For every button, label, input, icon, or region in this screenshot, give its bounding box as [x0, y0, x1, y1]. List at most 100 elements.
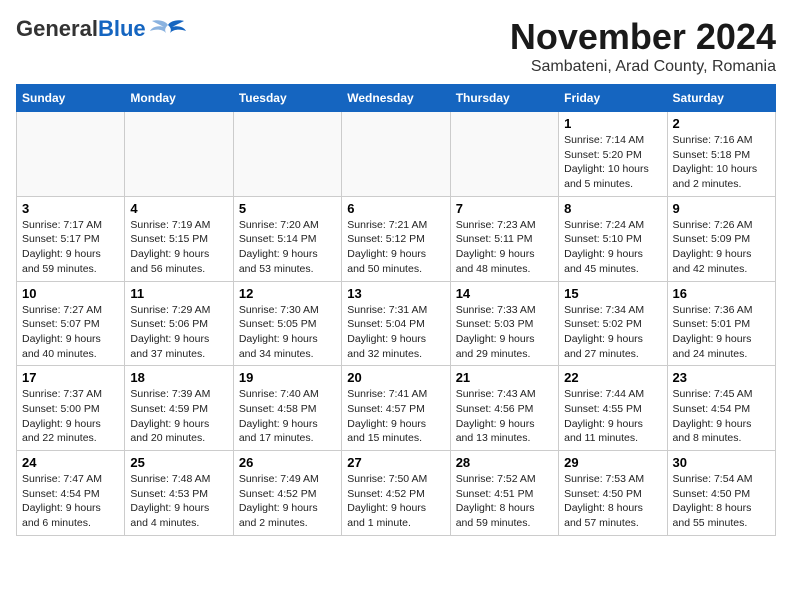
weekday-header-row: SundayMondayTuesdayWednesdayThursdayFrid… [17, 85, 776, 112]
calendar-cell: 26 Sunrise: 7:49 AM Sunset: 4:52 PM Dayli… [233, 451, 341, 536]
calendar-cell: 5 Sunrise: 7:20 AM Sunset: 5:14 PM Daylig… [233, 196, 341, 281]
weekday-header: Wednesday [342, 85, 450, 112]
weekday-header: Tuesday [233, 85, 341, 112]
day-info: Sunrise: 7:17 AM Sunset: 5:17 PM Dayligh… [22, 218, 119, 277]
day-number: 2 [673, 116, 770, 131]
day-number: 15 [564, 286, 661, 301]
logo-bird-icon [150, 17, 186, 41]
day-number: 14 [456, 286, 553, 301]
day-number: 20 [347, 370, 444, 385]
calendar-cell: 15 Sunrise: 7:34 AM Sunset: 5:02 PM Dayli… [559, 281, 667, 366]
calendar-cell: 3 Sunrise: 7:17 AM Sunset: 5:17 PM Daylig… [17, 196, 125, 281]
calendar-cell: 14 Sunrise: 7:33 AM Sunset: 5:03 PM Dayli… [450, 281, 558, 366]
calendar-cell: 13 Sunrise: 7:31 AM Sunset: 5:04 PM Dayli… [342, 281, 450, 366]
day-number: 18 [130, 370, 227, 385]
day-number: 1 [564, 116, 661, 131]
calendar-cell [342, 112, 450, 197]
day-info: Sunrise: 7:23 AM Sunset: 5:11 PM Dayligh… [456, 218, 553, 277]
day-info: Sunrise: 7:49 AM Sunset: 4:52 PM Dayligh… [239, 472, 336, 531]
day-number: 4 [130, 201, 227, 216]
calendar-week-row: 17 Sunrise: 7:37 AM Sunset: 5:00 PM Dayli… [17, 366, 776, 451]
weekday-header: Friday [559, 85, 667, 112]
calendar-cell [125, 112, 233, 197]
day-number: 16 [673, 286, 770, 301]
calendar-cell: 23Sunrise: 7:45 AM Sunset: 4:54 PM Dayli… [667, 366, 775, 451]
calendar-cell: 30 Sunrise: 7:54 AM Sunset: 4:50 PM Dayli… [667, 451, 775, 536]
calendar-week-row: 24Sunrise: 7:47 AM Sunset: 4:54 PM Dayli… [17, 451, 776, 536]
calendar-cell: 19 Sunrise: 7:40 AM Sunset: 4:58 PM Dayli… [233, 366, 341, 451]
day-info: Sunrise: 7:48 AM Sunset: 4:53 PM Dayligh… [130, 472, 227, 531]
day-number: 29 [564, 455, 661, 470]
day-number: 9 [673, 201, 770, 216]
day-number: 10 [22, 286, 119, 301]
calendar-cell: 16 Sunrise: 7:36 AM Sunset: 5:01 PM Dayli… [667, 281, 775, 366]
calendar-cell: 2Sunrise: 7:16 AM Sunset: 5:18 PM Daylig… [667, 112, 775, 197]
day-number: 7 [456, 201, 553, 216]
day-number: 28 [456, 455, 553, 470]
calendar-week-row: 1 Sunrise: 7:14 AM Sunset: 5:20 PM Daylig… [17, 112, 776, 197]
day-number: 5 [239, 201, 336, 216]
title-area: November 2024 Sambateni, Arad County, Ro… [510, 16, 776, 76]
day-info: Sunrise: 7:24 AM Sunset: 5:10 PM Dayligh… [564, 218, 661, 277]
calendar-week-row: 10 Sunrise: 7:27 AM Sunset: 5:07 PM Dayli… [17, 281, 776, 366]
weekday-header: Monday [125, 85, 233, 112]
day-info: Sunrise: 7:54 AM Sunset: 4:50 PM Dayligh… [673, 472, 770, 531]
day-number: 17 [22, 370, 119, 385]
day-info: Sunrise: 7:30 AM Sunset: 5:05 PM Dayligh… [239, 303, 336, 362]
day-info: Sunrise: 7:53 AM Sunset: 4:50 PM Dayligh… [564, 472, 661, 531]
day-info: Sunrise: 7:34 AM Sunset: 5:02 PM Dayligh… [564, 303, 661, 362]
calendar-cell: 27Sunrise: 7:50 AM Sunset: 4:52 PM Dayli… [342, 451, 450, 536]
header: GeneralBlue November 2024 Sambateni, Ara… [16, 16, 776, 76]
day-info: Sunrise: 7:36 AM Sunset: 5:01 PM Dayligh… [673, 303, 770, 362]
day-info: Sunrise: 7:27 AM Sunset: 5:07 PM Dayligh… [22, 303, 119, 362]
day-number: 11 [130, 286, 227, 301]
day-info: Sunrise: 7:50 AM Sunset: 4:52 PM Dayligh… [347, 472, 444, 531]
day-info: Sunrise: 7:41 AM Sunset: 4:57 PM Dayligh… [347, 387, 444, 446]
day-number: 26 [239, 455, 336, 470]
calendar-cell: 8 Sunrise: 7:24 AM Sunset: 5:10 PM Daylig… [559, 196, 667, 281]
day-info: Sunrise: 7:20 AM Sunset: 5:14 PM Dayligh… [239, 218, 336, 277]
calendar: SundayMondayTuesdayWednesdayThursdayFrid… [16, 84, 776, 536]
calendar-week-row: 3 Sunrise: 7:17 AM Sunset: 5:17 PM Daylig… [17, 196, 776, 281]
day-number: 19 [239, 370, 336, 385]
day-number: 12 [239, 286, 336, 301]
calendar-cell: 20 Sunrise: 7:41 AM Sunset: 4:57 PM Dayli… [342, 366, 450, 451]
day-info: Sunrise: 7:40 AM Sunset: 4:58 PM Dayligh… [239, 387, 336, 446]
day-number: 8 [564, 201, 661, 216]
calendar-cell: 11 Sunrise: 7:29 AM Sunset: 5:06 PM Dayli… [125, 281, 233, 366]
calendar-cell: 21 Sunrise: 7:43 AM Sunset: 4:56 PM Dayli… [450, 366, 558, 451]
day-info: Sunrise: 7:43 AM Sunset: 4:56 PM Dayligh… [456, 387, 553, 446]
calendar-cell: 17 Sunrise: 7:37 AM Sunset: 5:00 PM Dayli… [17, 366, 125, 451]
calendar-cell: 6Sunrise: 7:21 AM Sunset: 5:12 PM Daylig… [342, 196, 450, 281]
location-title: Sambateni, Arad County, Romania [510, 58, 776, 76]
weekday-header: Sunday [17, 85, 125, 112]
day-info: Sunrise: 7:39 AM Sunset: 4:59 PM Dayligh… [130, 387, 227, 446]
day-info: Sunrise: 7:29 AM Sunset: 5:06 PM Dayligh… [130, 303, 227, 362]
calendar-cell: 1 Sunrise: 7:14 AM Sunset: 5:20 PM Daylig… [559, 112, 667, 197]
day-info: Sunrise: 7:44 AM Sunset: 4:55 PM Dayligh… [564, 387, 661, 446]
day-info: Sunrise: 7:26 AM Sunset: 5:09 PM Dayligh… [673, 218, 770, 277]
day-info: Sunrise: 7:52 AM Sunset: 4:51 PM Dayligh… [456, 472, 553, 531]
calendar-cell: 12 Sunrise: 7:30 AM Sunset: 5:05 PM Dayli… [233, 281, 341, 366]
calendar-cell: 7 Sunrise: 7:23 AM Sunset: 5:11 PM Daylig… [450, 196, 558, 281]
calendar-cell: 9 Sunrise: 7:26 AM Sunset: 5:09 PM Daylig… [667, 196, 775, 281]
logo-text: GeneralBlue [16, 16, 146, 42]
day-number: 24 [22, 455, 119, 470]
day-number: 13 [347, 286, 444, 301]
day-info: Sunrise: 7:33 AM Sunset: 5:03 PM Dayligh… [456, 303, 553, 362]
calendar-cell [17, 112, 125, 197]
day-info: Sunrise: 7:37 AM Sunset: 5:00 PM Dayligh… [22, 387, 119, 446]
day-info: Sunrise: 7:14 AM Sunset: 5:20 PM Dayligh… [564, 133, 661, 192]
day-number: 23 [673, 370, 770, 385]
month-title: November 2024 [510, 16, 776, 58]
calendar-cell [233, 112, 341, 197]
calendar-cell: 29 Sunrise: 7:53 AM Sunset: 4:50 PM Dayli… [559, 451, 667, 536]
day-info: Sunrise: 7:31 AM Sunset: 5:04 PM Dayligh… [347, 303, 444, 362]
calendar-cell: 25Sunrise: 7:48 AM Sunset: 4:53 PM Dayli… [125, 451, 233, 536]
calendar-cell: 18 Sunrise: 7:39 AM Sunset: 4:59 PM Dayli… [125, 366, 233, 451]
day-number: 30 [673, 455, 770, 470]
day-number: 3 [22, 201, 119, 216]
calendar-cell: 22 Sunrise: 7:44 AM Sunset: 4:55 PM Dayli… [559, 366, 667, 451]
day-number: 21 [456, 370, 553, 385]
day-number: 22 [564, 370, 661, 385]
